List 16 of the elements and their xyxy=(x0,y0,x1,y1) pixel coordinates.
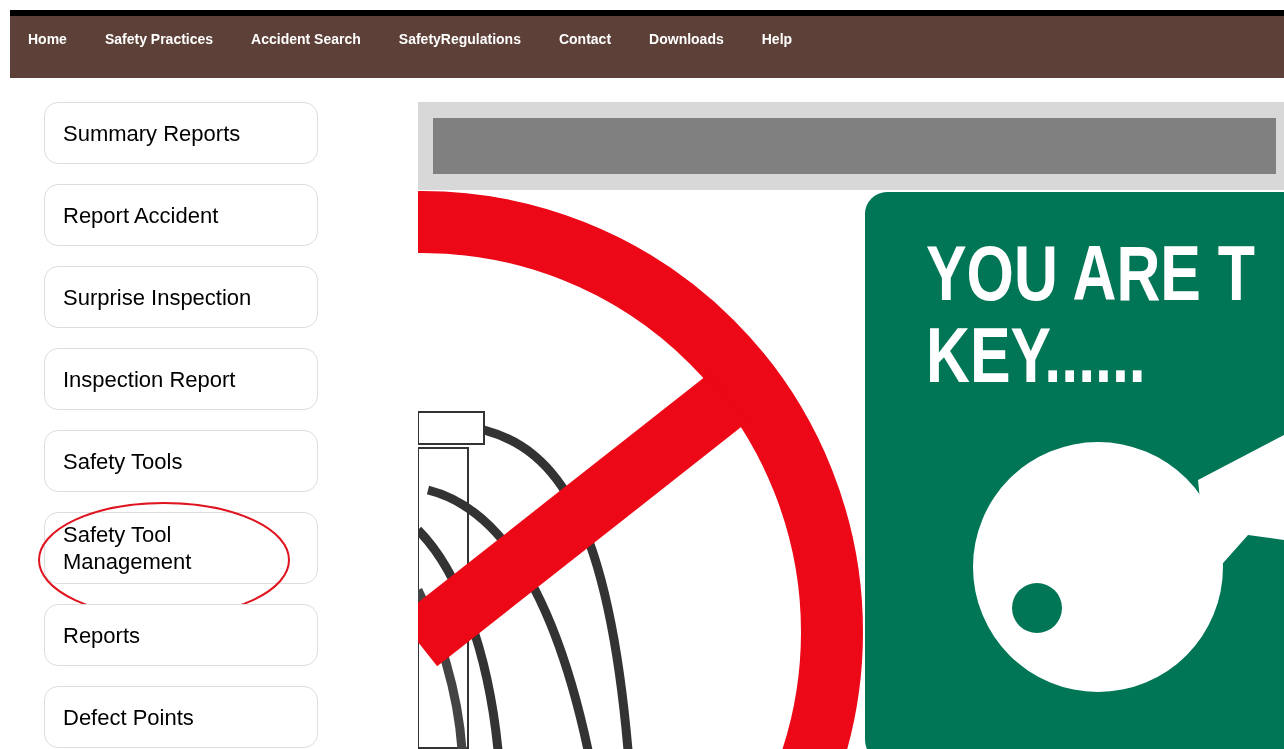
nav-link[interactable]: Safety Practices xyxy=(85,31,233,47)
nav-link[interactable]: Help xyxy=(742,31,812,47)
nav-link[interactable]: Downloads xyxy=(630,31,743,47)
nav-link[interactable]: SafetyRegulations xyxy=(379,31,540,47)
sidebar-button[interactable]: Safety Tool Management xyxy=(44,512,318,584)
sidebar-button[interactable]: Safety Tools xyxy=(44,430,318,492)
nav-link[interactable]: Home xyxy=(28,31,86,47)
key-icon xyxy=(973,435,1284,692)
sidebar-button[interactable]: Reports xyxy=(44,604,318,666)
sidebar-button[interactable]: Inspection Report xyxy=(44,348,318,410)
sidebar-button[interactable]: Defect Points xyxy=(44,686,318,748)
nav-link[interactable]: Contact xyxy=(539,31,631,47)
sidebar-button[interactable]: Report Accident xyxy=(44,184,318,246)
sidebar-button[interactable]: Summary Reports xyxy=(44,102,318,164)
sidebar-button[interactable]: Surprise Inspection xyxy=(44,266,318,328)
nav-link[interactable]: Accident Search xyxy=(232,31,380,47)
